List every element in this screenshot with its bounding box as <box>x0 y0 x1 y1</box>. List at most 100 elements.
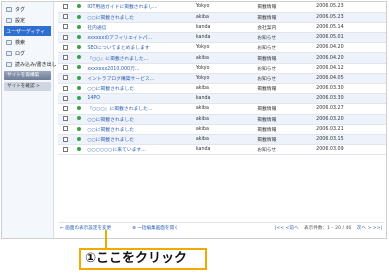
status-icon-cell <box>72 134 87 146</box>
entry-title[interactable]: SEOについてまとめまします <box>86 42 195 54</box>
row-checkbox[interactable] <box>58 83 73 95</box>
sidebar-item-search[interactable]: 検索 <box>4 37 51 47</box>
row-checkbox[interactable] <box>58 93 73 105</box>
table-row[interactable]: 14PO kanda 2006.03.30 <box>58 93 386 105</box>
entry-category: 掲載情報 <box>256 52 316 64</box>
status-icon-cell <box>72 2 87 13</box>
entry-date: 2006.03.27 <box>315 103 386 115</box>
published-status-icon <box>77 4 82 9</box>
sidebar-item-label: ユーザーディティ <box>6 28 46 35</box>
checkbox[interactable] <box>62 105 68 111</box>
table-row[interactable]: xxxxxxx2010,000万... Yokyo お知らせ 2006.04.12 <box>58 63 386 74</box>
table-row[interactable]: 『○○○』に掲載されました... akiba 掲載情報 2006.03.27 <box>58 103 386 115</box>
checkbox[interactable] <box>62 3 68 9</box>
entry-category: お知らせ <box>256 63 316 74</box>
checkbox[interactable] <box>62 24 68 30</box>
row-checkbox[interactable] <box>58 114 73 125</box>
view-site-button[interactable]: サイトを確認 > <box>4 82 51 91</box>
row-checkbox[interactable] <box>58 124 73 135</box>
entry-title[interactable]: ○○に掲載されました <box>86 124 195 135</box>
entry-title[interactable]: ○○○○○○に来ています... <box>86 144 195 156</box>
pager: |<< <前へ 表示件数：1 – 20 / 46 次へ > >>| <box>271 224 382 234</box>
checkbox[interactable] <box>62 116 68 122</box>
entry-author: akiba <box>194 52 257 64</box>
row-checkbox[interactable] <box>58 73 73 85</box>
entry-date: 2006.03.30 <box>315 83 386 95</box>
entry-title[interactable]: ○○に掲載されました <box>86 134 195 146</box>
row-checkbox[interactable] <box>58 12 73 23</box>
entry-title[interactable]: ○○に掲載されました <box>86 114 195 125</box>
status-icon-cell <box>72 63 87 74</box>
row-checkbox[interactable] <box>58 32 73 44</box>
checkbox[interactable] <box>62 65 68 71</box>
checkbox[interactable] <box>62 95 68 101</box>
checkbox[interactable] <box>62 14 68 20</box>
entry-title[interactable]: ○○に掲載されました <box>86 83 195 95</box>
published-status-icon <box>77 96 82 101</box>
entry-date: 2006.03.15 <box>315 134 386 146</box>
row-checkbox[interactable] <box>58 52 73 64</box>
published-status-icon <box>77 55 82 60</box>
checkbox[interactable] <box>62 85 68 91</box>
published-status-icon <box>77 24 82 29</box>
entry-title[interactable]: イントラブログ構築サービス... <box>86 73 195 85</box>
table-row[interactable]: ○○に掲載されました akiba 掲載情報 2006.03.21 <box>58 124 386 135</box>
entry-title[interactable]: 社内通信 <box>86 22 195 34</box>
checkbox[interactable] <box>62 136 68 142</box>
table-row[interactable]: SEOについてまとめまします Yokyo お知らせ 2006.04.20 <box>58 42 386 54</box>
row-checkbox[interactable] <box>58 22 73 34</box>
entry-date: 2006.04.12 <box>315 63 386 74</box>
row-checkbox[interactable] <box>58 2 73 13</box>
row-checkbox[interactable] <box>58 134 73 146</box>
entry-title[interactable]: 『○○○』に掲載されました... <box>86 103 195 115</box>
entry-category: お知らせ <box>256 73 316 85</box>
entry-title[interactable]: IOT用語ガイドに掲載されまし... <box>86 2 195 13</box>
table-row[interactable]: ○○に掲載されました akiba 掲載情報 2006.03.30 <box>58 83 386 95</box>
sidebar-item-settings[interactable]: 設定 <box>4 15 51 25</box>
sidebar-item-tags[interactable]: タグ <box>4 4 51 14</box>
pager-next[interactable]: 次へ > >>| <box>357 226 382 231</box>
published-status-icon <box>77 65 82 70</box>
row-checkbox[interactable] <box>58 144 73 156</box>
published-status-icon <box>77 75 82 80</box>
status-icon-cell <box>72 83 87 95</box>
checkbox[interactable] <box>62 126 68 132</box>
entry-title[interactable]: ○○に掲載されました <box>86 12 195 23</box>
entry-title[interactable]: 14PO <box>86 93 195 105</box>
entry-author: Yokyo <box>194 63 257 74</box>
checkbox[interactable] <box>62 146 68 152</box>
table-row[interactable]: ○○に掲載されました akiba 掲載情報 2006.05.23 <box>58 12 386 23</box>
table-row[interactable]: ○○に掲載されました akiba 掲載情報 2006.03.15 <box>58 134 386 146</box>
entry-title[interactable]: 『○○』に掲載されました... <box>86 52 195 64</box>
checkbox[interactable] <box>62 75 68 81</box>
checkbox[interactable] <box>62 34 68 40</box>
log-icon <box>6 50 12 56</box>
entry-date: 2006.04.20 <box>315 42 386 54</box>
sidebar-item-import-export[interactable]: 読み込み/書き出し <box>4 59 57 69</box>
entry-title[interactable]: xxxxxxのアフィリエイトパ... <box>86 32 195 44</box>
display-settings-link[interactable]: ← 画面の表示設定を変更 <box>60 224 111 234</box>
rebuild-site-button[interactable]: サイトを再構築 <box>4 71 51 80</box>
sidebar-item-log[interactable]: ログ <box>4 48 51 58</box>
sidebar-item-utility[interactable]: ユーザーディティ <box>4 26 51 36</box>
table-row[interactable]: IOT用語ガイドに掲載されまし... Yokyo 掲載情報 2006.05.23 <box>58 2 386 13</box>
table-row[interactable]: 『○○』に掲載されました... akiba 掲載情報 2006.04.20 <box>58 52 386 64</box>
table-row[interactable]: 社内通信 kanda 会社案内 2006.05.14 <box>58 22 386 34</box>
entry-category: お知らせ <box>256 144 316 156</box>
batch-edit-link[interactable]: ⊕ 一括編集画面を開く <box>132 224 179 234</box>
row-checkbox[interactable] <box>58 103 73 115</box>
status-icon-cell <box>72 103 87 115</box>
entry-title[interactable]: xxxxxxx2010,000万... <box>86 63 195 74</box>
checkbox[interactable] <box>62 55 68 61</box>
row-checkbox[interactable] <box>58 63 73 74</box>
pager-prev[interactable]: |<< <前へ <box>275 226 299 231</box>
entry-author: akiba <box>194 124 257 135</box>
table-row[interactable]: イントラブログ構築サービス... Yokyo お知らせ 2006.04.05 <box>58 73 386 85</box>
row-checkbox[interactable] <box>58 42 73 54</box>
sidebar-item-label: 読み込み/書き出し <box>15 61 57 68</box>
table-row[interactable]: ○○に掲載されました akiba 掲載情報 2006.03.20 <box>58 114 386 125</box>
entry-category: 掲載情報 <box>256 114 316 125</box>
table-row[interactable]: xxxxxxのアフィリエイトパ... kanda お知らせ 2006.05.01 <box>58 32 386 44</box>
table-row[interactable]: ○○○○○○に来ています... kanda お知らせ 2006.03.09 <box>58 144 386 156</box>
checkbox[interactable] <box>62 44 68 50</box>
